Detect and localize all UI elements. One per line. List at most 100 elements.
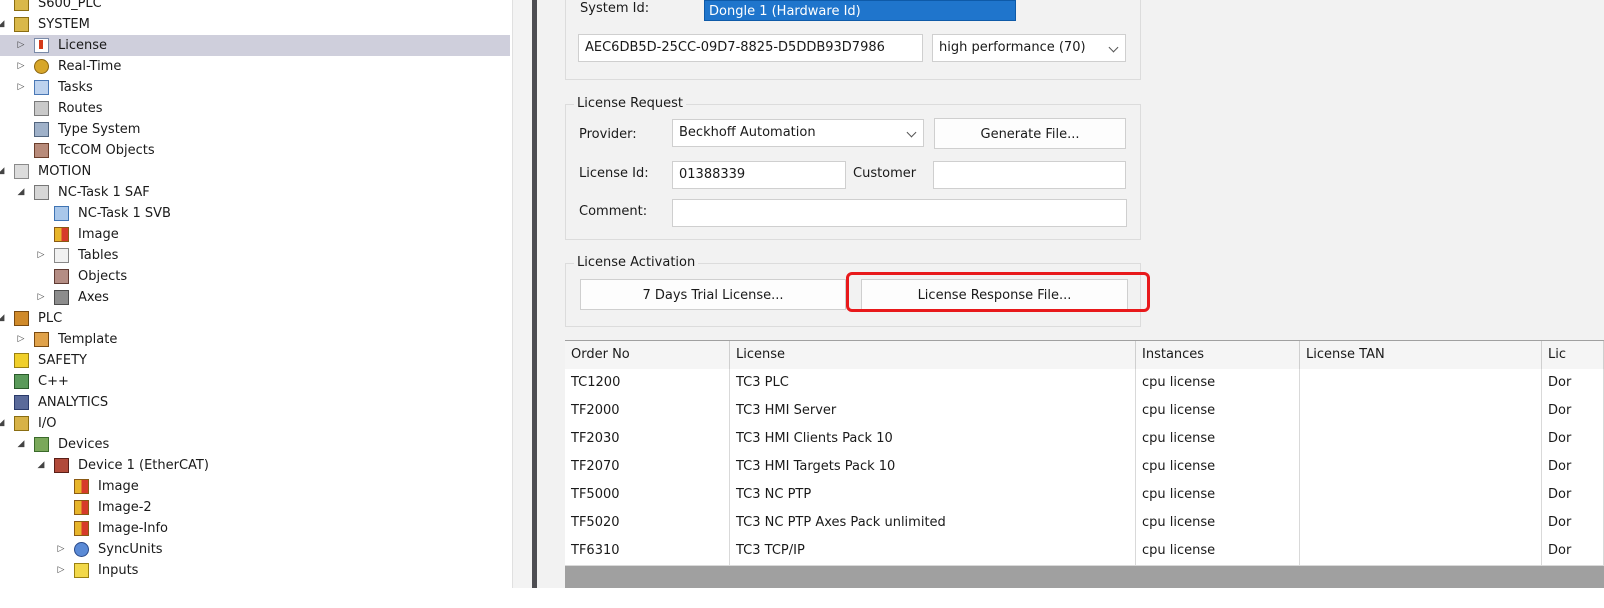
tree-node-tables[interactable]: ▷ Tables xyxy=(0,245,510,266)
collapse-arrow-icon[interactable]: ◢ xyxy=(16,434,26,455)
tree-node-image-info[interactable]: Image-Info xyxy=(0,518,510,539)
tree-node-label: Image-Info xyxy=(98,521,169,536)
cpp-icon xyxy=(14,374,29,389)
tree-node-tccom-objects[interactable]: TcCOM Objects xyxy=(0,140,510,161)
provider-combobox[interactable]: Beckhoff Automation xyxy=(672,119,924,147)
realtime-icon xyxy=(34,59,49,74)
tree-node-inputs[interactable]: ▷ Inputs xyxy=(0,560,510,581)
type-system-icon xyxy=(34,122,49,137)
tree-node-nc-task-1-saf[interactable]: ◢ NC-Task 1 SAF xyxy=(0,182,510,203)
expand-arrow-icon[interactable]: ▷ xyxy=(16,77,26,98)
tree-node-label: S600_PLC xyxy=(38,0,102,11)
platform-combobox[interactable]: high performance (70) xyxy=(932,34,1126,62)
tree-node-device-1-ethercat[interactable]: ◢ Device 1 (EtherCAT) xyxy=(0,455,510,476)
tree-node-label: TcCOM Objects xyxy=(58,143,155,158)
system-id-field[interactable]: AEC6DB5D-25CC-09D7-8825-D5DDB93D7986 xyxy=(578,34,923,62)
collapse-arrow-icon[interactable]: ◢ xyxy=(36,455,46,476)
collapse-arrow-icon[interactable]: ◢ xyxy=(0,14,6,35)
tree-node-c[interactable]: C++ xyxy=(0,371,510,392)
collapse-arrow-icon[interactable]: ◢ xyxy=(0,413,6,434)
tree-node-label: Image xyxy=(98,479,139,494)
tree-node-image[interactable]: Image xyxy=(0,476,510,497)
solution-tree[interactable]: S600_PLC ◢ SYSTEM ▷ License ▷ Real-Time ▷ Tasks R… xyxy=(0,0,512,608)
system-id-dropdown-option[interactable]: Dongle 1 (Hardware Id) xyxy=(704,0,1016,21)
cell-license-tan xyxy=(1300,481,1542,509)
column-instances[interactable]: Instances xyxy=(1136,341,1300,369)
license-table[interactable]: Order No License Instances License TAN L… xyxy=(565,340,1604,589)
tree-node-label: Tasks xyxy=(58,80,93,95)
safety-icon xyxy=(14,353,29,368)
tree-node-system[interactable]: ◢ SYSTEM xyxy=(0,14,510,35)
cell-license-status: Dor xyxy=(1542,425,1604,453)
tree-node-label: License xyxy=(58,38,108,53)
cell-license-status: Dor xyxy=(1542,509,1604,537)
collapse-arrow-icon[interactable]: ◢ xyxy=(0,161,6,182)
tree-node-objects[interactable]: Objects xyxy=(0,266,510,287)
table-row[interactable]: TC1200 TC3 PLC cpu license Dor xyxy=(565,369,1604,398)
table-row[interactable]: TF2030 TC3 HMI Clients Pack 10 cpu license… xyxy=(565,425,1604,454)
expand-arrow-icon[interactable]: ▷ xyxy=(36,287,46,308)
tree-node-analytics[interactable]: ANALYTICS xyxy=(0,392,510,413)
cell-license-tan xyxy=(1300,537,1542,565)
cell-license-tan xyxy=(1300,425,1542,453)
comment-label: Comment: xyxy=(579,204,648,219)
collapse-arrow-icon[interactable]: ◢ xyxy=(0,308,6,329)
tree-node-template[interactable]: ▷ Template xyxy=(0,329,510,350)
cell-license: TC3 HMI Clients Pack 10 xyxy=(730,425,1136,453)
cell-license-status: Dor xyxy=(1542,369,1604,397)
column-license-status[interactable]: Lic xyxy=(1542,341,1604,369)
tree-node-type-system[interactable]: Type System xyxy=(0,119,510,140)
column-license[interactable]: License xyxy=(730,341,1136,369)
expand-arrow-icon[interactable]: ▷ xyxy=(16,329,26,350)
tree-node-label: SyncUnits xyxy=(98,542,163,557)
expand-arrow-icon[interactable]: ▷ xyxy=(16,56,26,77)
generate-file-button[interactable]: Generate File... xyxy=(934,118,1126,149)
tree-node-axes[interactable]: ▷ Axes xyxy=(0,287,510,308)
tree-node-devices[interactable]: ◢ Devices xyxy=(0,434,510,455)
column-license-tan[interactable]: License TAN xyxy=(1300,341,1542,369)
trial-license-button[interactable]: 7 Days Trial License... xyxy=(580,279,846,310)
cell-license-status: Dor xyxy=(1542,537,1604,565)
tree-node-real-time[interactable]: ▷ Real-Time xyxy=(0,56,510,77)
template-icon xyxy=(34,332,49,347)
collapse-arrow-icon[interactable]: ◢ xyxy=(16,182,26,203)
tree-node-label: SYSTEM xyxy=(38,17,90,32)
tree-node-nc-task-1-svb[interactable]: NC-Task 1 SVB xyxy=(0,203,510,224)
table-row[interactable]: TF5020 TC3 NC PTP Axes Pack unlimited cpu … xyxy=(565,509,1604,538)
tree-node-safety[interactable]: SAFETY xyxy=(0,350,510,371)
tree-node-label: Real-Time xyxy=(58,59,122,74)
tree-node-syncunits[interactable]: ▷ SyncUnits xyxy=(0,539,510,560)
column-order-no[interactable]: Order No xyxy=(565,341,730,369)
tree-node-motion[interactable]: ◢ MOTION xyxy=(0,161,510,182)
expand-arrow-icon[interactable]: ▷ xyxy=(16,35,26,56)
tree-node-label: I/O xyxy=(38,416,57,431)
tree-node-image[interactable]: Image xyxy=(0,224,510,245)
tree-node-label: Axes xyxy=(78,290,109,305)
tree-node-image-2[interactable]: Image-2 xyxy=(0,497,510,518)
inputs-icon xyxy=(74,563,89,578)
cell-order-no: TF6310 xyxy=(565,537,730,565)
table-row[interactable]: TF5000 TC3 NC PTP cpu license Dor xyxy=(565,481,1604,510)
comment-field[interactable] xyxy=(672,199,1127,227)
cell-instances: cpu license xyxy=(1136,369,1300,397)
tree-node-plc[interactable]: ◢ PLC xyxy=(0,308,510,329)
tree-node-label: Devices xyxy=(58,437,110,452)
tree-node-s600-plc[interactable]: S600_PLC xyxy=(0,0,510,14)
expand-arrow-icon[interactable]: ▷ xyxy=(56,560,66,581)
table-row[interactable]: TF2070 TC3 HMI Targets Pack 10 cpu license… xyxy=(565,453,1604,482)
license-id-label: License Id: xyxy=(579,166,649,181)
tree-node-license[interactable]: ▷ License xyxy=(0,35,510,56)
tree-node-label: Template xyxy=(58,332,118,347)
tree-node-routes[interactable]: Routes xyxy=(0,98,510,119)
expand-arrow-icon[interactable]: ▷ xyxy=(56,539,66,560)
table-row[interactable]: TF2000 TC3 HMI Server cpu license Dor xyxy=(565,397,1604,426)
tree-node-tasks[interactable]: ▷ Tasks xyxy=(0,77,510,98)
tree-node-i-o[interactable]: ◢ I/O xyxy=(0,413,510,434)
customer-field[interactable] xyxy=(933,161,1126,189)
tree-node-label: Image-2 xyxy=(98,500,152,515)
expand-arrow-icon[interactable]: ▷ xyxy=(36,245,46,266)
table-row[interactable]: TF6310 TC3 TCP/IP cpu license Dor xyxy=(565,537,1604,566)
license-id-field[interactable]: 01388339 xyxy=(672,161,846,189)
trial-license-label: 7 Days Trial License... xyxy=(642,288,784,303)
tree-node-label: ANALYTICS xyxy=(38,395,109,410)
